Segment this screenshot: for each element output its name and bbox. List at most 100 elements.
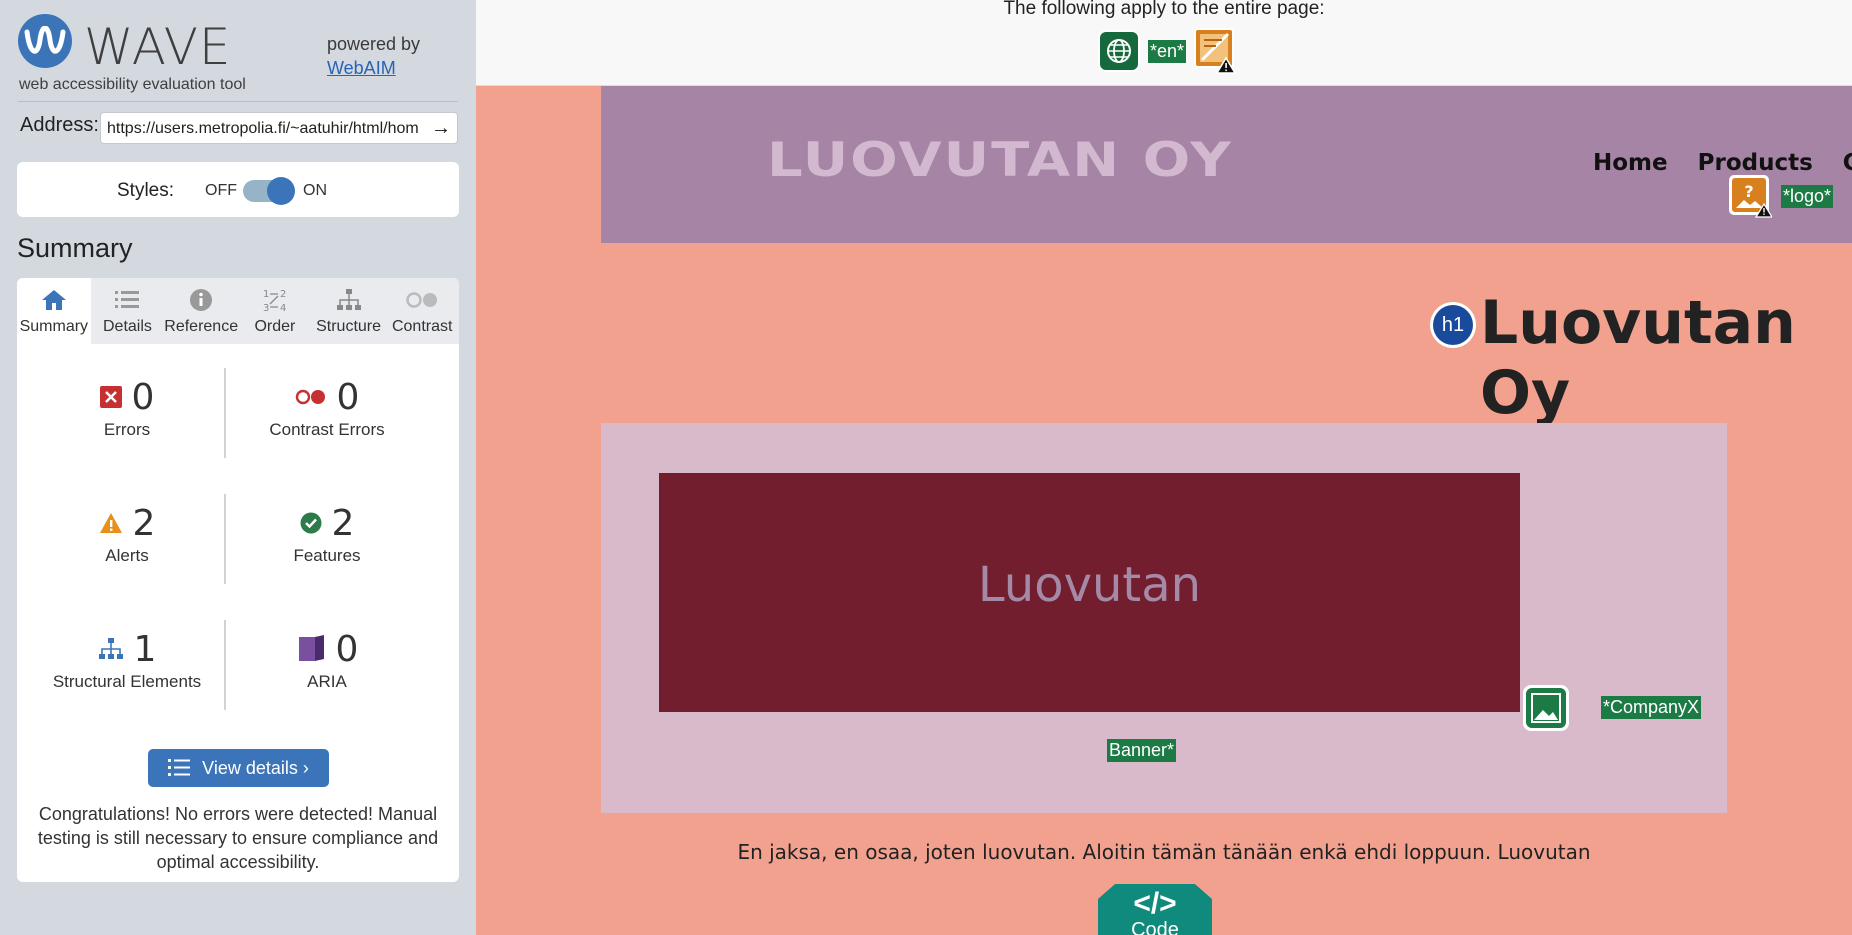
- alerts-label: Alerts: [105, 546, 149, 565]
- suspicious-alt-icon[interactable]: ?: [1728, 174, 1774, 218]
- tab-summary[interactable]: Summary: [17, 278, 91, 344]
- address-input[interactable]: [107, 118, 425, 140]
- error-icon: [99, 386, 122, 408]
- code-button[interactable]: </> Code: [1098, 884, 1212, 935]
- stat-errors[interactable]: 0 Errors: [27, 376, 227, 440]
- styles-card: Styles: OFF ON: [17, 162, 459, 217]
- stat-aria[interactable]: 0 ARIA: [227, 628, 427, 692]
- banner-section: Luovutan *CompanyX Banner*: [601, 423, 1727, 813]
- body-paragraph: En jaksa, en osaa, joten luovutan. Aloit…: [737, 840, 1591, 864]
- structural-label: Structural Elements: [52, 672, 202, 691]
- tab-label: Summary: [19, 318, 89, 335]
- image-alt-icon[interactable]: [1523, 685, 1569, 731]
- list-icon: [115, 291, 140, 308]
- features-count: 2: [331, 502, 355, 544]
- site-header: LUOVUTAN OY Home Products Conta: [601, 86, 1852, 243]
- errors-count: 0: [131, 376, 155, 418]
- aria-count: 0: [335, 628, 359, 670]
- address-label: Address:: [20, 114, 99, 136]
- stat-contrast-errors[interactable]: 0 Contrast Errors: [227, 376, 427, 440]
- svg-text:4: 4: [280, 303, 286, 313]
- view-details-button[interactable]: View details ›: [148, 749, 329, 787]
- tab-details[interactable]: Details: [91, 278, 165, 344]
- alt-text-tag-logo[interactable]: *logo*: [1781, 185, 1834, 208]
- structure-icon: [336, 289, 361, 310]
- tab-reference[interactable]: Reference: [164, 278, 238, 344]
- svg-text:3: 3: [263, 303, 269, 313]
- summary-panel: Summary Details Reference 1234 Order Str…: [17, 278, 459, 882]
- tab-label: Details: [103, 318, 152, 335]
- globe-icon[interactable]: [1098, 30, 1140, 72]
- structure-icon: [98, 638, 123, 659]
- tab-label: Reference: [164, 318, 239, 335]
- congrats-message: Congratulations! No errors were detected…: [37, 804, 439, 872]
- nav-contact[interactable]: Conta: [1843, 150, 1852, 176]
- structural-count: 1: [133, 628, 157, 670]
- tab-label: Structure: [316, 318, 382, 335]
- nav-products[interactable]: Products: [1698, 150, 1813, 176]
- h1-badge-label: h1: [1433, 305, 1473, 345]
- info-icon: [190, 289, 213, 311]
- wave-logo-word: WAVE: [84, 18, 232, 76]
- h1-badge[interactable]: h1: [1430, 302, 1476, 348]
- summary-heading: Summary: [17, 233, 133, 263]
- address-bar: →: [100, 112, 458, 144]
- toggle-knob: [267, 177, 295, 205]
- check-circle-icon: [300, 512, 322, 534]
- banner-image-text: Luovutan: [977, 557, 1202, 613]
- divider: [18, 101, 458, 102]
- code-label: Code: [1131, 919, 1179, 935]
- site-nav: Home Products Conta: [1593, 150, 1852, 176]
- page-wide-bar: The following apply to the entire page: …: [476, 0, 1852, 86]
- panel-tabs: Summary Details Reference 12 3 4 Order Str…: [17, 278, 459, 344]
- language-tag[interactable]: *en*: [1148, 39, 1187, 63]
- stat-structural[interactable]: 1 Structural Elements: [27, 628, 227, 692]
- page-wide-icons: *en*: [1098, 28, 1237, 74]
- toggle-off-label: OFF: [205, 182, 237, 199]
- contrast-icon: [406, 292, 438, 308]
- errors-label: Errors: [103, 420, 151, 439]
- banner-image: Luovutan: [659, 473, 1520, 712]
- wave-sidebar: WAVE web accessibility evaluation tool p…: [0, 0, 476, 935]
- aria-label: ARIA: [307, 672, 347, 691]
- alt-text-tag-banner[interactable]: Banner*: [1107, 739, 1177, 762]
- svg-text:1: 1: [263, 289, 269, 300]
- contrast-errors-count: 0: [336, 376, 360, 418]
- page-preview: The following apply to the entire page: …: [476, 0, 1852, 935]
- stat-features[interactable]: 2 Features: [227, 502, 427, 566]
- features-label: Features: [293, 546, 361, 565]
- styles-label: Styles:: [117, 180, 175, 201]
- stat-alerts[interactable]: 2 Alerts: [27, 502, 227, 566]
- page-wide-text: The following apply to the entire page:: [1003, 0, 1325, 19]
- document-alert-icon[interactable]: [1194, 28, 1237, 74]
- alerts-count: 2: [132, 502, 156, 544]
- powered-by: powered by WebAIM: [327, 32, 420, 80]
- tab-structure[interactable]: Structure: [312, 278, 386, 344]
- tab-label: Order: [254, 318, 296, 335]
- tab-label: Contrast: [391, 318, 453, 335]
- webaim-link[interactable]: WebAIM: [327, 58, 396, 78]
- page-heading: Luovutan Oy: [1480, 288, 1796, 428]
- alert-icon: [99, 513, 122, 533]
- styles-toggle[interactable]: [243, 177, 295, 205]
- tab-contrast[interactable]: Contrast: [385, 278, 459, 344]
- powered-by-text: powered by: [327, 34, 421, 54]
- home-icon: [41, 290, 66, 310]
- order-icon: 1 2 3 4: [263, 289, 286, 313]
- site-logo: LUOVUTAN OY: [767, 132, 1233, 189]
- tab-order[interactable]: 12 3 4 Order: [238, 278, 312, 344]
- list-icon: [168, 759, 191, 776]
- contrast-error-icon: [295, 389, 325, 405]
- nav-home[interactable]: Home: [1593, 150, 1668, 176]
- wave-logo-icon: [18, 14, 72, 68]
- wave-tagline: web accessibility evaluation tool: [19, 76, 246, 93]
- code-icon: </>: [1133, 887, 1177, 920]
- view-details-label: View details ›: [202, 757, 309, 778]
- contrast-errors-label: Contrast Errors: [269, 420, 385, 439]
- svg-text:2: 2: [280, 289, 286, 300]
- toggle-on-label: ON: [303, 182, 327, 199]
- arrow-right-icon[interactable]: →: [431, 117, 451, 139]
- aria-icon: [298, 635, 324, 661]
- svg-text:?: ?: [1744, 182, 1753, 201]
- alt-text-tag-company[interactable]: *CompanyX: [1601, 696, 1702, 719]
